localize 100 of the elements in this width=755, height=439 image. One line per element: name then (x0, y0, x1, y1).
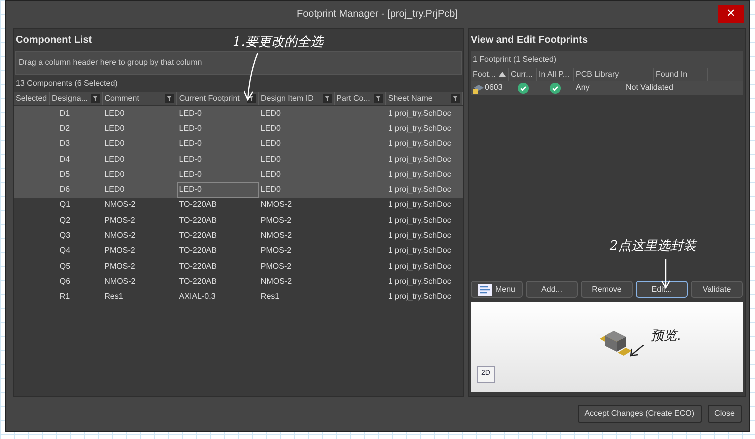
table-cell: R1 (60, 291, 70, 304)
table-cell: LED0 (104, 168, 125, 181)
table-cell: LED0 (260, 168, 281, 181)
table-row[interactable]: Q3 NMOS-2 TO-220AB NMOS-2 1 proj_try.SchDoc (14, 228, 463, 244)
window-title: Footprint Manager - [proj_try.PrjPcb] (297, 8, 458, 22)
table-cell: 1 proj_try.SchDoc (388, 260, 452, 273)
table-cell: TO-220AB (179, 214, 217, 227)
table-cell: 0603 (485, 82, 503, 94)
table-cell: 1 proj_try.SchDoc (388, 245, 452, 258)
table-row[interactable]: Q2 PMOS-2 TO-220AB PMOS-2 1 proj_try.SchDoc (14, 213, 463, 228)
table-cell: PMOS-2 (104, 214, 136, 227)
column-header[interactable]: Designa... (52, 92, 88, 104)
table-row[interactable]: 0603 Any Not Validated (471, 81, 743, 95)
table-row[interactable]: D6 LED0 LED-0 LED0 1 proj_try.SchDoc (14, 182, 463, 198)
table-cell: 1 proj_try.SchDoc (388, 154, 452, 166)
table-cell: LED0 (260, 184, 281, 196)
column-header[interactable]: Selected (16, 92, 48, 104)
column-header[interactable]: Part Co... (336, 92, 370, 104)
table-row[interactable]: D1 LED0 LED-0 LED0 1 proj_try.SchDoc (14, 106, 463, 122)
table-cell: LED0 (104, 184, 125, 196)
table-cell: LED-0 (179, 184, 202, 196)
table-row[interactable]: R1 Res1 AXIAL-0.3 Res1 1 proj_try.SchDoc (14, 290, 463, 305)
toolbar-button[interactable]: Edit... (636, 281, 688, 298)
column-header[interactable]: Current Footprint (179, 92, 240, 104)
toolbar-button[interactable]: Add... (526, 281, 578, 298)
table-cell: Q5 (60, 260, 71, 273)
table-row[interactable]: Q1 NMOS-2 TO-220AB NMOS-2 1 proj_try.SchDoc (14, 198, 463, 214)
table-cell: Any (576, 82, 590, 94)
table-cell: PMOS-2 (260, 260, 292, 273)
table-cell: 1 proj_try.SchDoc (388, 184, 452, 196)
filter-icon[interactable] (450, 94, 460, 103)
filter-icon[interactable] (165, 94, 174, 103)
table-cell: PMOS-2 (104, 245, 136, 258)
table-cell: NMOS-2 (104, 276, 136, 288)
column-header[interactable]: Found In (656, 68, 688, 80)
table-cell: Q3 (60, 230, 71, 242)
table-cell: LED-0 (179, 122, 202, 135)
table-cell: D2 (60, 122, 70, 135)
table-cell: 1 proj_try.SchDoc (388, 291, 452, 304)
table-cell: 1 proj_try.SchDoc (388, 276, 452, 288)
filter-icon[interactable] (322, 94, 332, 103)
handwritten-note: 2点这里选封装 (610, 238, 696, 256)
table-cell: 1 proj_try.SchDoc (388, 230, 452, 242)
dialog-button[interactable]: Close (708, 405, 742, 423)
table-cell: Res1 (260, 291, 280, 304)
table-row[interactable]: Q5 PMOS-2 TO-220AB PMOS-2 1 proj_try.SchDoc (14, 258, 463, 274)
filter-icon[interactable] (374, 94, 384, 103)
column-header[interactable]: Design Item ID (260, 92, 314, 104)
panel-title: Component List (15, 34, 94, 48)
table-cell: TO-220AB (179, 199, 217, 212)
table-cell: PMOS-2 (260, 214, 292, 227)
group-by-hint: Drag a column header here to group by that column (15, 51, 462, 75)
filter-icon[interactable] (90, 94, 100, 103)
handwritten-note: 预览. (651, 328, 682, 346)
table-cell: LED0 (260, 122, 281, 135)
arrow (630, 345, 646, 358)
table-row[interactable]: D3 LED0 LED-0 LED0 1 proj_try.SchDoc (14, 136, 463, 152)
table-cell: LED0 (260, 154, 281, 166)
table-cell: D6 (60, 184, 70, 196)
toolbar-button[interactable]: Validate (691, 281, 743, 298)
table-cell: D3 (60, 138, 70, 150)
table-cell: Q4 (60, 245, 71, 258)
column-header[interactable]: Curr... (511, 68, 533, 80)
table-cell: TO-220AB (179, 245, 217, 258)
table-cell: Q6 (60, 276, 71, 288)
column-header[interactable]: In All P... (539, 68, 570, 80)
table-cell: Res1 (104, 291, 124, 304)
table-cell: LED-0 (179, 138, 202, 150)
table-row[interactable]: Q6 NMOS-2 TO-220AB NMOS-2 1 proj_try.SchDoc (14, 274, 463, 290)
table-cell: LED0 (104, 154, 125, 166)
table-cell: 1 proj_try.SchDoc (388, 138, 452, 150)
table-cell: Not Validated (626, 82, 674, 94)
panel-title: View and Edit Footprints (470, 34, 590, 48)
table-cell: LED0 (104, 138, 125, 150)
table-cell: NMOS-2 (260, 199, 292, 212)
table-cell: LED-0 (179, 154, 202, 166)
table-row[interactable]: D5 LED0 LED-0 LED0 1 proj_try.SchDoc (14, 167, 463, 182)
column-header[interactable]: Comment (104, 92, 140, 104)
table-cell: NMOS-2 (104, 230, 136, 242)
table-cell: PMOS-2 (104, 260, 136, 273)
table-row[interactable]: D2 LED0 LED-0 LED0 1 proj_try.SchDoc (14, 121, 463, 137)
table-row[interactable]: D4 LED0 LED-0 LED0 1 proj_try.SchDoc (14, 152, 463, 168)
column-header[interactable]: PCB Library (576, 68, 620, 80)
table-cell: Q1 (60, 199, 71, 212)
footprint-count: 1 Footprint (1 Selected) (471, 51, 743, 68)
table-cell: PMOS-2 (260, 245, 292, 258)
table-cell: Q2 (60, 214, 71, 227)
column-header[interactable]: Foot... (473, 68, 496, 80)
dialog-button[interactable]: Accept Changes (Create ECO) (578, 405, 702, 423)
table-cell: LED0 (260, 138, 281, 150)
column-header[interactable]: Sheet Name (388, 92, 433, 104)
toolbar-button[interactable]: Remove (581, 281, 633, 298)
table-cell: 1 proj_try.SchDoc (388, 214, 452, 227)
close-button[interactable]: ✕ (718, 5, 744, 23)
table-cell: NMOS-2 (260, 230, 292, 242)
table-row[interactable]: Q4 PMOS-2 TO-220AB PMOS-2 1 proj_try.SchDoc (14, 244, 463, 259)
table-cell: D1 (60, 108, 70, 120)
menu-icon (478, 284, 492, 296)
toolbar-button[interactable]: Menu (471, 281, 523, 298)
table-cell: LED-0 (179, 168, 202, 181)
